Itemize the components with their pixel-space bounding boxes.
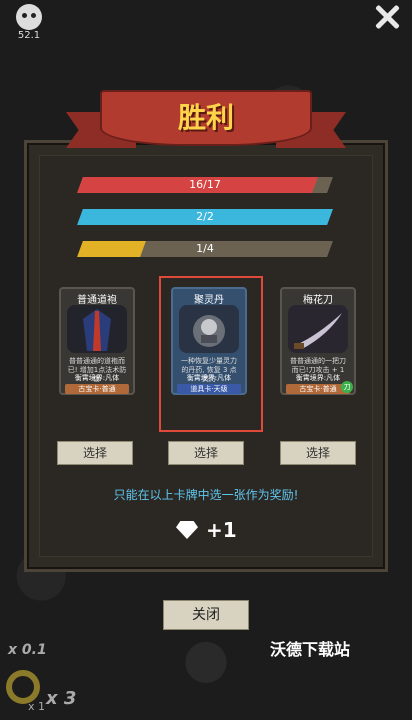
exp-bar-label: 1/4 xyxy=(196,242,214,255)
pill-icon xyxy=(179,305,239,353)
choose-button-3[interactable]: 选择 xyxy=(280,441,356,465)
robe-icon xyxy=(67,305,127,353)
victory-banner: 胜利 xyxy=(66,90,346,156)
card-type: 古宝卡·普通 xyxy=(65,384,129,394)
skull-icon xyxy=(16,4,42,30)
health-bar-label: 16/17 xyxy=(189,178,221,191)
close-icon[interactable] xyxy=(372,2,402,32)
mana-bar: 2/2 xyxy=(77,209,333,225)
small-count: x 1 xyxy=(28,700,46,713)
reward-row: +1 xyxy=(176,518,237,542)
speed-indicator: x 0.1 xyxy=(8,642,47,658)
card-name: 普通道袍 xyxy=(77,295,117,306)
card-pill[interactable]: 聚灵丹 一种恢复少量灵力的丹药, 恢复 3 点灵力 衡霄境界:凡体 道具卡·天级 xyxy=(171,287,247,395)
gear-icon[interactable] xyxy=(6,670,40,704)
fps-indicator: 52.1 xyxy=(12,4,46,41)
card-robe[interactable]: 普通道袍 普普通通的道袍而已! 增加1点法术防御 衡霄境界:凡体 古宝卡·普通 xyxy=(59,287,135,395)
reward-value: +1 xyxy=(206,518,237,542)
card-saber[interactable]: 梅花刀 普普通通的一把刀而已!刀攻击 + 1 衡霄境界:凡体 古宝卡·普通 xyxy=(280,287,356,395)
exp-bar: 1/4 xyxy=(77,241,333,257)
reward-hint: 只能在以上卡牌中选一张作为奖励! xyxy=(113,488,299,502)
card-realm: 衡霄境界:凡体 xyxy=(186,374,232,382)
weapon-badge: 刀 xyxy=(341,381,353,393)
fps-text: 52.1 xyxy=(17,30,41,41)
diamond-icon xyxy=(176,521,198,539)
choose-button-1[interactable]: 选择 xyxy=(57,441,133,465)
health-bar: 16/17 xyxy=(77,177,333,193)
card-realm: 衡霄境界:凡体 xyxy=(74,374,120,382)
card-name: 梅花刀 xyxy=(303,295,333,306)
close-button[interactable]: 关闭 xyxy=(163,600,249,630)
victory-title: 胜利 xyxy=(177,101,234,134)
card-name: 聚灵丹 xyxy=(194,295,224,306)
multiplier-count: x 3 xyxy=(46,688,77,709)
watermark: 沃德下载站 xyxy=(270,640,351,659)
saber-icon xyxy=(288,305,348,353)
choose-button-2[interactable]: 选择 xyxy=(168,441,244,465)
card-type: 道具卡·天级 xyxy=(177,384,241,394)
mana-bar-label: 2/2 xyxy=(196,210,214,223)
